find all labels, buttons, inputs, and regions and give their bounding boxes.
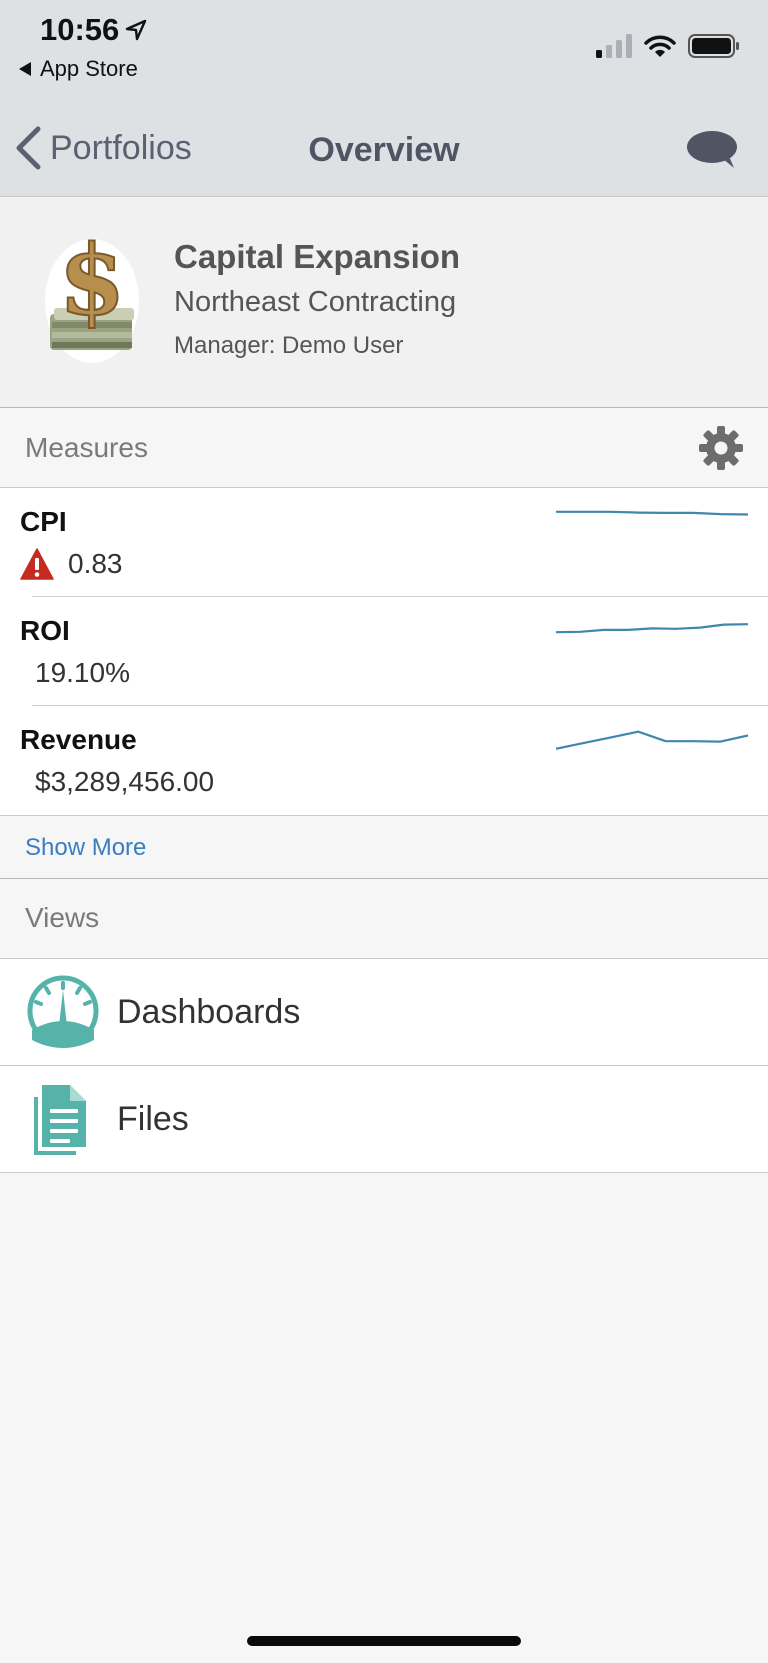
sparkline-line xyxy=(556,623,748,634)
measure-row-cpi[interactable]: CPI 0.83 xyxy=(0,488,768,597)
view-label: Files xyxy=(117,1100,189,1138)
svg-text:$: $ xyxy=(59,238,126,337)
view-item-files[interactable]: Files xyxy=(0,1066,768,1173)
view-label: Dashboards xyxy=(117,993,301,1031)
measure-name: Revenue xyxy=(20,724,137,755)
back-triangle-icon xyxy=(19,62,31,76)
views-header: Views xyxy=(0,880,768,959)
gear-icon xyxy=(699,426,743,470)
status-time-text: 10:56 xyxy=(40,12,120,47)
sparkline-revenue xyxy=(556,730,748,750)
measure-value: 0.83 xyxy=(68,548,123,579)
portfolio-logo: $ xyxy=(44,223,140,364)
files-icon xyxy=(34,1085,86,1155)
home-indicator[interactable] xyxy=(247,1636,521,1646)
status-time: 10:56 xyxy=(40,12,147,48)
show-more-row: Show More xyxy=(0,815,768,879)
views-header-label: Views xyxy=(25,902,100,933)
chat-bubble-icon xyxy=(687,131,737,168)
sparkline-line xyxy=(556,510,748,516)
measure-name: CPI xyxy=(20,506,67,537)
dollar-money-stack-icon: $ xyxy=(45,223,139,363)
portfolio-summary: $ Capital Expansion Northeast Contractin… xyxy=(0,198,768,408)
portfolio-title: Capital Expansion xyxy=(174,238,461,275)
measures-header-label: Measures xyxy=(25,432,148,463)
location-arrow-icon xyxy=(126,19,147,41)
signal-icon xyxy=(596,34,632,58)
status-back-to-app[interactable]: App Store xyxy=(18,56,138,82)
measures-settings-button[interactable] xyxy=(698,425,744,476)
top-bar: 10:56 App Store Portfolios Overview xyxy=(0,0,768,197)
sparkline-line xyxy=(556,730,748,750)
status-back-label: App Store xyxy=(40,56,138,81)
view-item-dashboards[interactable]: Dashboards xyxy=(0,959,768,1066)
sparkline-cpi xyxy=(556,510,748,516)
dashboard-gauge-icon xyxy=(27,975,99,1048)
sparkline-roi xyxy=(556,623,748,634)
measure-value: 19.10% xyxy=(35,657,130,688)
wifi-icon xyxy=(644,35,676,57)
portfolio-manager: Manager: Demo User xyxy=(174,332,404,359)
warning-icon xyxy=(20,548,54,580)
measure-name: ROI xyxy=(20,615,70,646)
battery-icon xyxy=(688,34,739,58)
status-indicators xyxy=(596,34,740,58)
portfolio-subtitle: Northeast Contracting xyxy=(174,286,457,318)
page-title: Overview xyxy=(308,131,460,169)
show-more-link[interactable]: Show More xyxy=(25,834,146,862)
measure-row-roi[interactable]: ROI 19.10% xyxy=(0,597,768,706)
measure-row-revenue[interactable]: Revenue $3,289,456.00 xyxy=(0,706,768,815)
measure-value: $3,289,456.00 xyxy=(35,766,215,797)
measures-header: Measures xyxy=(0,408,768,488)
chat-button[interactable] xyxy=(686,130,738,175)
